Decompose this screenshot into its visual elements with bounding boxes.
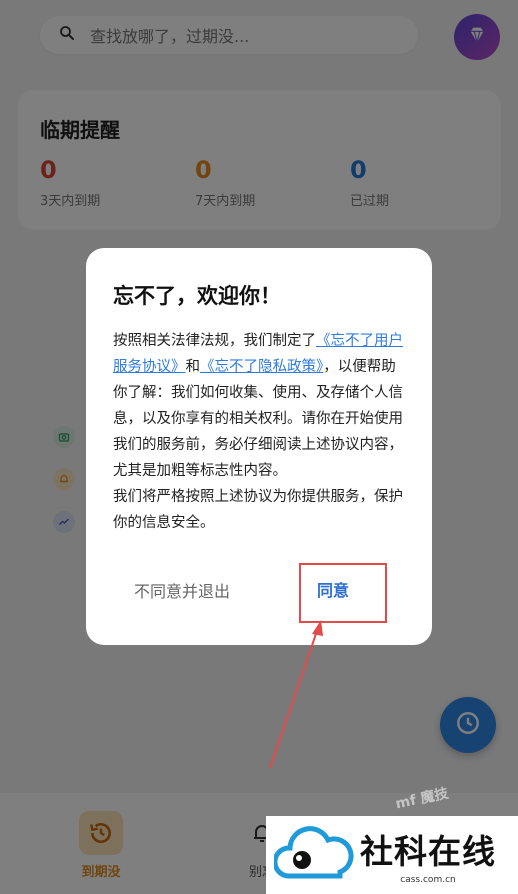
cloud-eye-logo-icon bbox=[274, 826, 354, 879]
body-text: 和 bbox=[185, 359, 201, 375]
dialog-title: 忘不了，欢迎你！ bbox=[113, 284, 281, 308]
privacy-policy-link[interactable]: 《忘不了隐私政策》 bbox=[200, 359, 323, 375]
watermark-subtitle: cass.com.cn bbox=[400, 875, 456, 885]
body-text: 按照相关法律法规，我们制定了 bbox=[113, 333, 316, 349]
body-text: 我们将严格按照上述协议为你提供服务，保护你的信息安全。 bbox=[113, 489, 403, 531]
dialog-body: 按照相关法律法规，我们制定了《忘不了用户服务协议》和《忘不了隐私政策》，以便帮助… bbox=[113, 328, 409, 536]
watermark-title: 社科在线 bbox=[360, 832, 496, 871]
body-text: ，以便帮助你了解：我们如何收集、使用、及存储个人信息，以及你享有的相关权利。请你… bbox=[113, 359, 403, 479]
annotation-highlight-box bbox=[299, 563, 387, 623]
decline-exit-button[interactable]: 不同意并退出 bbox=[134, 578, 230, 602]
watermark: 社科在线 cass.com.cn bbox=[266, 816, 518, 894]
